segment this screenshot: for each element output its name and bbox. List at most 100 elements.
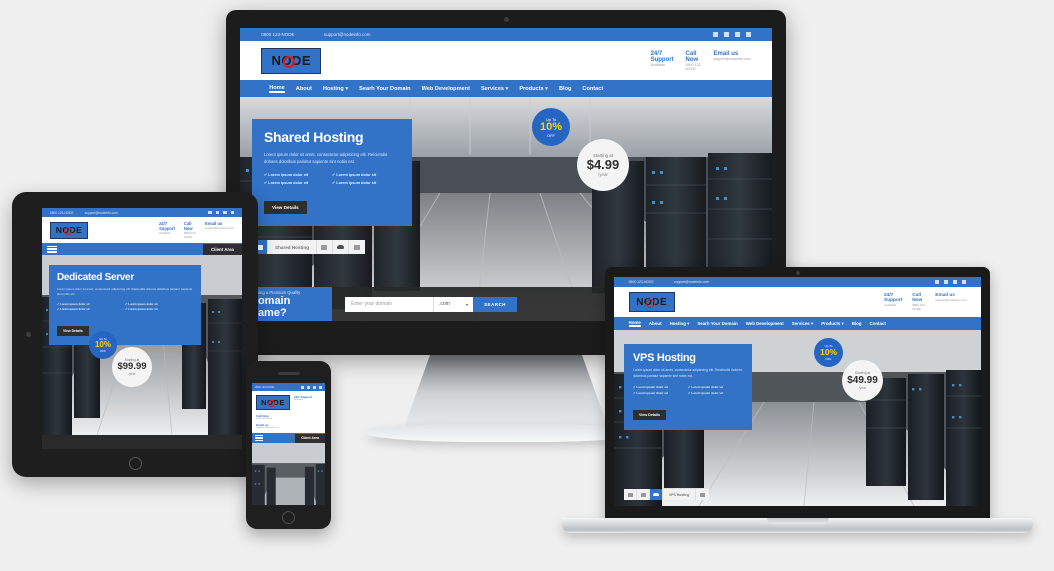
contact-email[interactable]: Email us support@nodeinfo.com xyxy=(714,51,751,71)
site-logo[interactable]: NODE xyxy=(261,47,322,74)
feature-item: ✔ Lorem ipsum dolor sit xyxy=(125,307,158,312)
nav-item-search-domain[interactable]: Searh Your Domain xyxy=(359,86,410,92)
facebook-icon[interactable] xyxy=(301,385,304,389)
facebook-icon[interactable] xyxy=(935,280,940,284)
mobile-nav[interactable]: Client Area xyxy=(252,433,325,443)
twitter-icon[interactable] xyxy=(307,385,310,389)
social-links[interactable] xyxy=(208,210,234,215)
hero-heading: Shared Hosting xyxy=(264,129,364,145)
nav-item-web-development[interactable]: Web Development xyxy=(746,321,784,326)
contact-email[interactable]: Email us support@nodeinfo.com xyxy=(256,423,321,429)
nav-item-products[interactable]: Products ▾ xyxy=(821,321,843,327)
view-details-button[interactable]: View Details xyxy=(264,201,307,215)
site-logo[interactable]: NODE xyxy=(628,292,675,312)
price-value: $49.99 xyxy=(847,375,878,386)
hamburger-icon[interactable] xyxy=(255,435,263,441)
nav-item-blog[interactable]: Blog xyxy=(559,86,571,92)
tab-vps-hosting[interactable]: VPS Hosting xyxy=(663,489,697,500)
client-area-button[interactable]: Client Area xyxy=(295,433,325,443)
googleplus-icon[interactable] xyxy=(734,32,740,37)
social-links[interactable] xyxy=(935,280,967,284)
facebook-icon[interactable] xyxy=(712,32,718,37)
price-period: /year xyxy=(128,372,136,377)
contact-call[interactable]: Call Now 0800 123-NODE xyxy=(686,51,705,71)
chevron-down-icon: ▾ xyxy=(505,85,509,92)
tab-window[interactable] xyxy=(696,489,710,500)
nav-item-blog[interactable]: Blog xyxy=(852,321,862,326)
nav-item-about[interactable]: About xyxy=(296,86,312,92)
nav-item-contact[interactable]: Contact xyxy=(582,86,603,92)
domain-search-button[interactable]: SEARCH xyxy=(473,296,517,312)
topbar-email[interactable]: support@nodeinfo.com xyxy=(324,32,371,37)
nav-item-home[interactable]: Home xyxy=(628,320,641,327)
domain-input-placeholder[interactable]: Enter your domain xyxy=(351,301,392,307)
nav-item-hosting[interactable]: Hosting ▾ xyxy=(323,86,348,92)
header-contacts: 24/7 Support Available Call Now 0800 123… xyxy=(651,51,751,71)
tab-server[interactable] xyxy=(624,489,637,500)
domain-input-wrap[interactable]: Enter your domain xyxy=(345,296,433,312)
topbar-email[interactable]: support@nodeinfo.com xyxy=(85,211,118,215)
linkedin-icon[interactable] xyxy=(230,210,234,215)
topbar-phone[interactable]: 0800 123-NODE xyxy=(261,32,294,37)
topbar-email[interactable]: support@nodeinfo.com xyxy=(674,280,709,284)
site-logo[interactable]: NODE xyxy=(50,221,88,239)
offer-bottom: OFF xyxy=(825,356,832,361)
contact-call[interactable]: Call Now 0800 123-NODE xyxy=(256,414,321,420)
social-links[interactable] xyxy=(301,385,322,389)
hosting-tabs[interactable]: VPS Hosting xyxy=(624,489,710,500)
phone-home-button[interactable] xyxy=(282,511,295,524)
nav-item-contact[interactable]: Contact xyxy=(869,321,885,326)
social-links[interactable] xyxy=(712,32,751,37)
contact-call[interactable]: Call Now 0800 123-NODE xyxy=(912,293,928,311)
offer-amount: 10% xyxy=(94,340,111,349)
hamburger-icon[interactable] xyxy=(47,245,57,253)
nav-item-hosting[interactable]: Hosting ▾ xyxy=(670,321,690,327)
view-details-button[interactable]: View Details xyxy=(633,409,666,420)
contact-call[interactable]: Call Now 0800 123-NODE xyxy=(184,221,200,239)
nav-item-services[interactable]: Services ▾ xyxy=(792,321,814,327)
googleplus-icon[interactable] xyxy=(313,385,316,389)
twitter-icon[interactable] xyxy=(723,32,729,37)
discount-badge: Up To 10% OFF xyxy=(89,331,117,359)
topbar-phone[interactable]: 0800 123-NODE xyxy=(50,211,74,215)
nav-item-products[interactable]: Products ▾ xyxy=(519,86,548,92)
googleplus-icon[interactable] xyxy=(953,280,958,284)
facebook-icon[interactable] xyxy=(208,210,212,215)
topbar-phone[interactable]: 0800 123-NODE xyxy=(629,280,654,284)
tab-briefcase[interactable] xyxy=(316,240,333,254)
tab-cloud[interactable] xyxy=(650,489,663,500)
contact-email[interactable]: Email us support@nodeinfo.com xyxy=(935,293,966,311)
nav-item-search-domain[interactable]: Searh Your Domain xyxy=(697,321,737,326)
site-logo[interactable]: NODE xyxy=(256,395,290,410)
contact-support[interactable]: 24/7 Support Available xyxy=(884,293,906,311)
nav-item-services[interactable]: Services ▾ xyxy=(481,86,508,92)
tablet-home-button[interactable] xyxy=(128,457,142,470)
nav-item-web-development[interactable]: Web Development xyxy=(422,86,470,92)
tab-cloud[interactable] xyxy=(332,240,349,254)
linkedin-icon[interactable] xyxy=(319,385,322,389)
googleplus-icon[interactable] xyxy=(223,210,227,215)
nav-item-about[interactable]: About xyxy=(649,321,662,326)
main-nav[interactable]: Home About Hosting ▾ Searh Your Domain W… xyxy=(240,80,772,97)
linkedin-icon[interactable] xyxy=(962,280,967,284)
mobile-nav[interactable]: Client Area xyxy=(42,243,242,255)
contact-email[interactable]: Email us support@nodeinfo.com xyxy=(205,221,234,239)
twitter-icon[interactable] xyxy=(944,280,949,284)
main-nav[interactable]: Home About Hosting ▾ Searh Your Domain W… xyxy=(614,317,981,330)
linkedin-icon[interactable] xyxy=(745,32,751,37)
contact-support[interactable]: 24/7 Support Available xyxy=(651,51,677,71)
topbar-phone[interactable]: 0800 123-NODE xyxy=(255,386,274,389)
tab-shared-hosting[interactable]: Shared Hosting xyxy=(268,240,317,254)
hosting-tabs[interactable]: Shared Hosting xyxy=(252,240,365,254)
tab-briefcase[interactable] xyxy=(637,489,650,500)
twitter-icon[interactable] xyxy=(215,210,219,215)
offer-amount: 10% xyxy=(539,120,563,133)
nav-item-home[interactable]: Home xyxy=(269,85,285,93)
tab-window[interactable] xyxy=(348,240,365,254)
monitor-base xyxy=(366,424,646,442)
contact-support[interactable]: 24/7 Support Available xyxy=(159,221,179,239)
client-area-button[interactable]: Client Area xyxy=(202,243,242,255)
contact-support[interactable]: 24/7 Support Available xyxy=(294,395,312,401)
tld-select[interactable]: .com ▾ xyxy=(433,296,473,312)
view-details-button[interactable]: View Details xyxy=(57,325,89,336)
